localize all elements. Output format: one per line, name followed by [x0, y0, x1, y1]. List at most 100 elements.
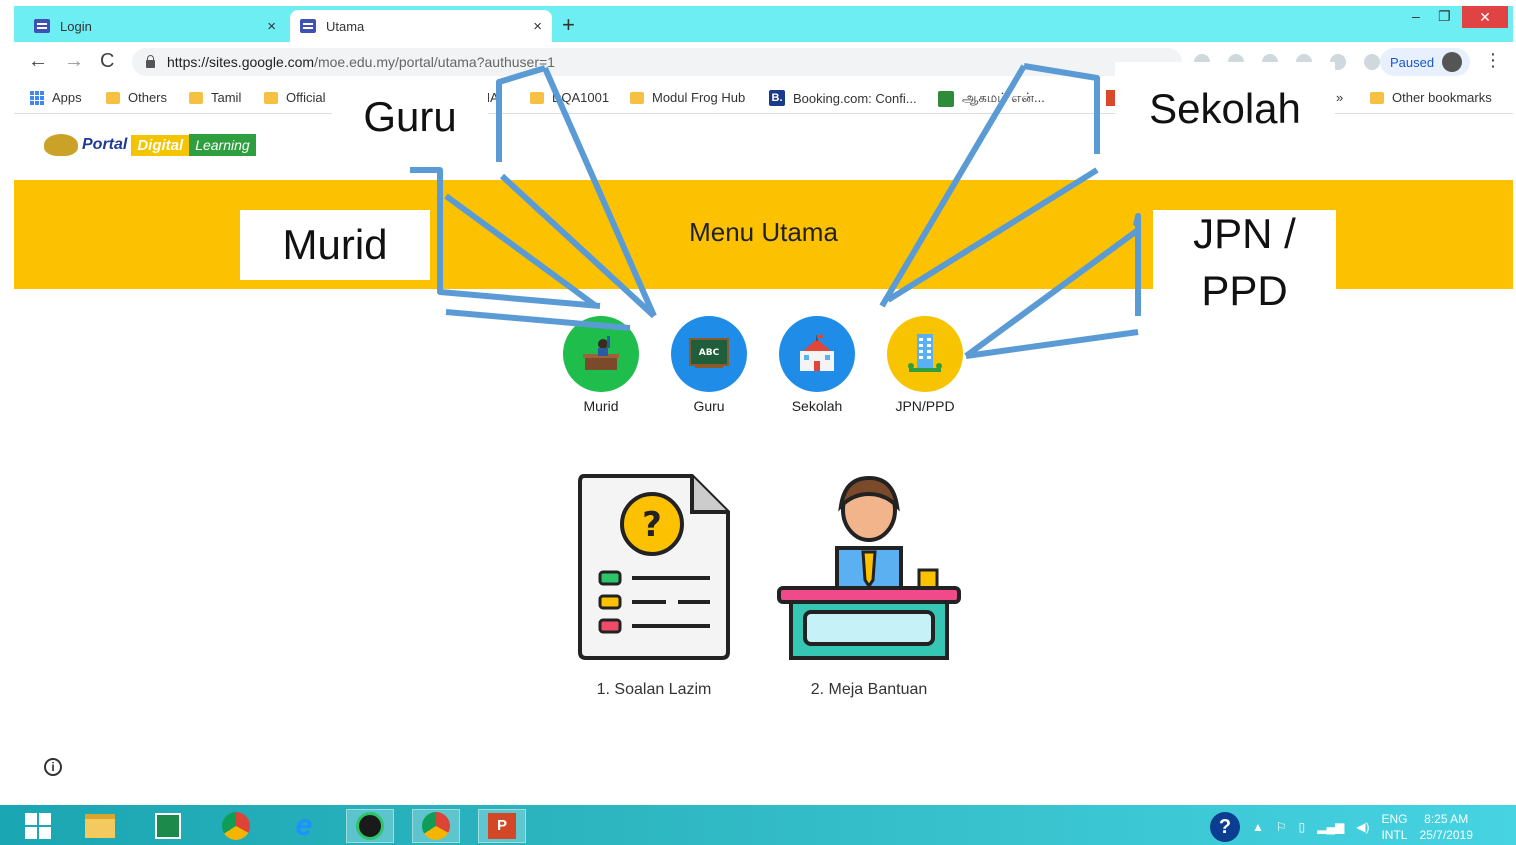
close-tab-icon[interactable]: × — [267, 18, 276, 35]
url-host: https://sites.google.com — [167, 54, 315, 70]
file-explorer-button[interactable] — [76, 809, 124, 843]
extension-icon[interactable] — [1364, 54, 1380, 70]
google-sites-icon — [300, 19, 316, 33]
lang-bottom: INTL — [1381, 828, 1408, 842]
crest-icon — [44, 134, 78, 156]
svg-text:ABC: ABC — [699, 348, 720, 358]
logo-learning-text: Learning — [189, 134, 256, 156]
folder-icon — [106, 91, 120, 104]
role-murid-button[interactable]: Murid — [546, 316, 656, 414]
flag-icon[interactable]: ⚐ — [1276, 820, 1287, 834]
bookmark-label: Official — [286, 90, 326, 105]
bookmark-other-bookmarks[interactable]: Other bookmarks — [1370, 90, 1492, 105]
bookmark-overflow-button[interactable]: » — [1336, 90, 1343, 105]
annotation-ppd-line: PPD — [1201, 267, 1288, 314]
system-tray: ? ▲ ⚐ ▯ ▂▄▆ ◀) ENG INTL 8:25 AM 25/7/201… — [1210, 811, 1473, 843]
site-icon — [938, 90, 954, 107]
school-building-icon — [779, 316, 855, 392]
chrome-icon — [222, 812, 250, 840]
bookmark-tamil[interactable]: Tamil — [189, 90, 241, 105]
bookmark-official[interactable]: Official — [264, 90, 326, 105]
battery-icon[interactable]: ▯ — [1299, 820, 1306, 834]
bookmark-label: Other bookmarks — [1392, 90, 1492, 105]
tab-strip: Login × Utama × + – ❐ ✕ — [14, 6, 1513, 42]
faq-document-icon: ? — [578, 474, 730, 660]
folder-icon — [530, 91, 544, 104]
close-tab-icon[interactable]: × — [533, 18, 542, 35]
annotation-guru: Guru — [332, 82, 488, 152]
signal-icon[interactable]: ▂▄▆ — [1317, 820, 1344, 834]
back-button[interactable]: ← — [28, 50, 48, 73]
wifi-app-icon — [356, 812, 384, 840]
close-window-button[interactable]: ✕ — [1462, 6, 1508, 28]
profile-button[interactable]: Paused — [1380, 48, 1471, 76]
store-button[interactable] — [144, 809, 192, 843]
internet-explorer-icon: e — [295, 809, 313, 842]
role-label: Guru — [693, 398, 725, 414]
role-guru-button[interactable]: ABC Guru — [654, 316, 764, 414]
bookmark-dqa1001[interactable]: DQA1001 — [530, 90, 609, 105]
taskbar: e P ? ▲ ⚐ ▯ ▂▄▆ ◀) ENG INTL 8:25 AM 25/7… — [0, 805, 1516, 845]
bookmark-label: DQA1001 — [552, 90, 610, 105]
new-tab-button[interactable]: + — [562, 12, 575, 38]
help-icon[interactable]: ? — [1210, 812, 1240, 842]
bookmark-modul-frog-hub[interactable]: Modul Frog Hub — [630, 90, 745, 105]
portal-logo[interactable]: Portal Digital Learning — [44, 131, 272, 159]
reload-button[interactable]: C — [100, 50, 114, 73]
annotation-sekolah: Sekolah — [1115, 62, 1335, 156]
bookmark-apps[interactable]: Apps — [30, 90, 82, 105]
bookmark-label: Modul Frog Hub — [652, 90, 746, 105]
student-desk-icon — [563, 316, 639, 392]
faq-link[interactable]: ? 1. Soalan Lazim — [554, 472, 754, 699]
tab-title: Login — [60, 18, 92, 34]
bookmark-label: Booking.com: Confi... — [793, 90, 917, 106]
powerpoint-icon: P — [488, 813, 516, 839]
bookmark-others[interactable]: Others — [106, 90, 167, 105]
office-building-icon — [887, 316, 963, 392]
store-icon — [155, 813, 181, 839]
bookmark-label: Tamil — [211, 90, 242, 105]
language-indicator[interactable]: ENG INTL — [1381, 811, 1407, 843]
windows-logo-icon — [25, 813, 51, 839]
app-button[interactable] — [346, 809, 394, 843]
address-bar[interactable]: https://sites.google.com /moe.edu.my/por… — [132, 48, 1182, 76]
date: 25/7/2019 — [1419, 828, 1473, 842]
maximize-button[interactable]: ❐ — [1438, 8, 1451, 25]
role-jpn-ppd-button[interactable]: JPN/PPD — [870, 316, 980, 414]
help-desk-link[interactable]: 2. Meja Bantuan — [769, 472, 969, 699]
info-icon[interactable]: i — [44, 758, 62, 776]
powerpoint-button[interactable]: P — [478, 809, 526, 843]
logo-digital-text: Digital — [131, 134, 190, 156]
role-sekolah-button[interactable]: Sekolah — [762, 316, 872, 414]
chevron-up-icon[interactable]: ▲ — [1252, 820, 1264, 834]
folder-icon — [1370, 91, 1384, 104]
tab-login[interactable]: Login × — [24, 10, 286, 42]
start-button[interactable] — [14, 809, 62, 843]
folder-icon — [630, 91, 644, 104]
bookmark-tamil-agamam[interactable]: ஆகமம் என்... — [938, 90, 1045, 107]
google-sites-icon — [34, 19, 50, 33]
apps-grid-icon — [30, 90, 44, 105]
resource-label: 2. Meja Bantuan — [810, 681, 928, 698]
tab-utama[interactable]: Utama × — [290, 10, 552, 42]
menu-icon[interactable]: ⋮ — [1484, 50, 1502, 71]
chrome-icon — [422, 812, 450, 840]
chalkboard-abc-icon: ABC — [671, 316, 747, 392]
clock[interactable]: 8:25 AM 25/7/2019 — [1419, 811, 1472, 843]
minimize-button[interactable]: – — [1412, 8, 1420, 24]
forward-button[interactable]: → — [64, 50, 84, 73]
role-label: Sekolah — [791, 398, 843, 414]
volume-icon[interactable]: ◀) — [1356, 820, 1369, 834]
avatar — [1442, 52, 1463, 72]
bookmark-label: ஆகமம் என்... — [962, 90, 1045, 105]
internet-explorer-button[interactable]: e — [280, 809, 328, 843]
tab-title: Utama — [326, 18, 365, 34]
role-label: JPN/PPD — [895, 398, 955, 414]
annotation-jpn-line: JPN / — [1193, 210, 1296, 258]
profile-status: Paused — [1390, 54, 1435, 70]
time: 8:25 AM — [1424, 812, 1469, 826]
chrome-profile-button[interactable] — [412, 809, 460, 843]
chrome-button[interactable] — [212, 809, 260, 843]
bookmark-booking[interactable]: B. Booking.com: Confi... — [769, 90, 917, 106]
lang-top: ENG — [1381, 812, 1408, 826]
